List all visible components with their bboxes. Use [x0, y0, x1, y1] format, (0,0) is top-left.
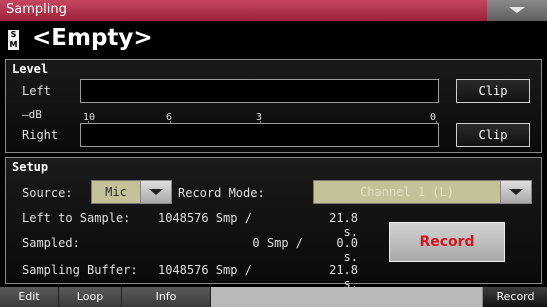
- chevron-down-icon: [509, 189, 523, 195]
- left-to-sample-label: Left to Sample:: [22, 211, 131, 225]
- page-menu-button[interactable]: [487, 0, 547, 21]
- right-meter-label: Right: [22, 128, 59, 142]
- tab-loop[interactable]: Loop: [59, 287, 122, 307]
- sampled-label: Sampled:: [22, 236, 80, 250]
- sample-mode-icon: S M: [8, 30, 19, 50]
- left-meter-label: Left: [22, 84, 51, 98]
- tab-bar: Edit Loop Info Record: [0, 287, 547, 307]
- record-button[interactable]: Record: [389, 222, 505, 262]
- sample-name[interactable]: <Empty>: [32, 25, 153, 51]
- level-title: Level: [12, 62, 49, 76]
- tab-record[interactable]: Record: [482, 287, 547, 307]
- record-mode-label: Record Mode:: [178, 186, 265, 200]
- clip-left-button[interactable]: Clip: [456, 79, 530, 103]
- chevron-down-icon: [509, 7, 525, 13]
- window-title: Sampling: [6, 2, 67, 17]
- sampled-smp: 0 Smp /: [252, 236, 303, 250]
- sampled-seconds: 0.0 s.: [336, 236, 358, 264]
- sampling-buffer-label: Sampling Buffer:: [22, 263, 138, 277]
- left-level-meter: [80, 79, 439, 103]
- source-label: Source:: [22, 186, 73, 200]
- tab-edit[interactable]: Edit: [0, 287, 59, 307]
- tab-info[interactable]: Info: [122, 287, 211, 307]
- sampling-window: Sampling S M <Empty> Level Left Clip –dB…: [0, 0, 547, 307]
- left-to-sample-seconds: 21.8 s.: [329, 211, 358, 239]
- sample-name-row: S M <Empty>: [0, 21, 547, 58]
- clip-right-button[interactable]: Clip: [456, 123, 530, 147]
- sampling-buffer-smp: 1048576 Smp /: [158, 263, 252, 277]
- title-bar: Sampling: [0, 0, 547, 21]
- setup-title: Setup: [12, 160, 49, 174]
- scale-mark-10: 10: [83, 112, 96, 123]
- record-mode-select[interactable]: Channel 1 (L): [313, 180, 501, 204]
- record-mode-dropdown-button[interactable]: [500, 180, 532, 204]
- db-label: –dB: [22, 108, 42, 121]
- left-to-sample-smp: 1048576 Smp /: [158, 211, 252, 225]
- chevron-down-icon: [149, 189, 163, 195]
- source-dropdown-button[interactable]: [140, 180, 172, 204]
- right-level-meter: [80, 123, 439, 147]
- source-select[interactable]: Mic: [91, 180, 141, 204]
